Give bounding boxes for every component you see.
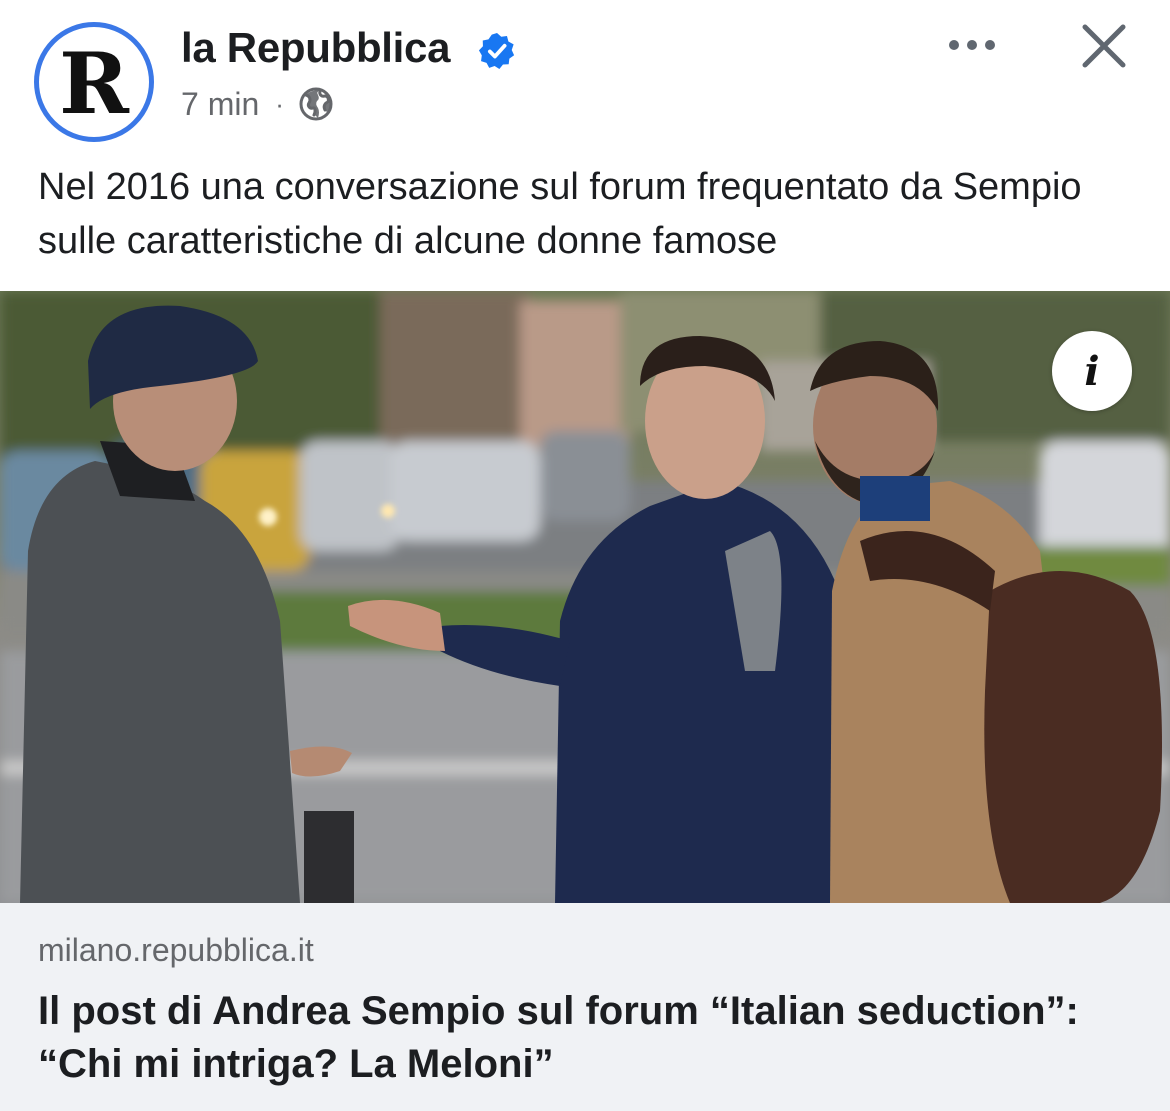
meta-separator: · bbox=[275, 88, 284, 119]
post-caption: Nel 2016 una conversazione sul forum fre… bbox=[38, 166, 1082, 262]
link-title[interactable]: Il post di Andrea Sempio sul forum “Ital… bbox=[38, 985, 1138, 1091]
verified-badge-icon bbox=[478, 32, 515, 70]
post-meta: 7 min · bbox=[181, 83, 334, 125]
more-options-icon[interactable] bbox=[944, 30, 1000, 60]
page-name[interactable]: la Repubblica bbox=[181, 24, 450, 72]
page-avatar[interactable]: R bbox=[34, 22, 154, 142]
avatar-logo-letter: R bbox=[59, 34, 129, 133]
globe-icon bbox=[299, 87, 333, 121]
link-domain: milano.repubblica.it bbox=[38, 932, 314, 968]
image-info-button[interactable]: i bbox=[1052, 331, 1132, 411]
post-header: R la Repubblica 7 min · bbox=[0, 0, 1170, 150]
post-photo[interactable] bbox=[0, 291, 1170, 903]
post-time[interactable]: 7 min bbox=[181, 86, 259, 123]
close-icon[interactable] bbox=[1080, 22, 1128, 70]
info-icon: i bbox=[1084, 347, 1100, 395]
